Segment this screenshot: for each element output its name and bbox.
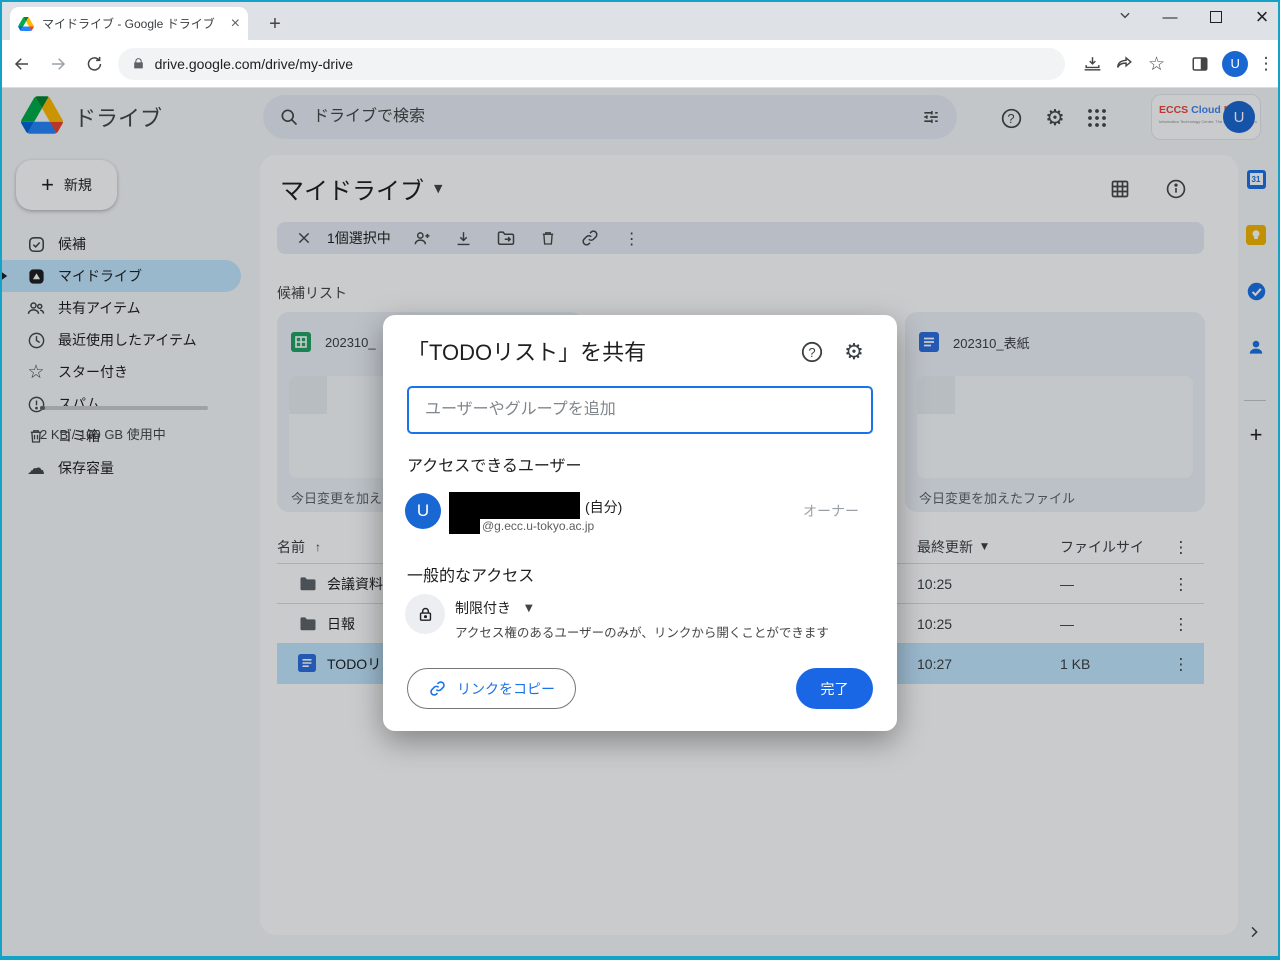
link-icon — [428, 679, 447, 698]
browser-tab[interactable]: マイドライブ - Google ドライブ × — [10, 7, 248, 40]
owner-email-domain: @g.ecc.u-tokyo.ac.jp — [482, 519, 595, 533]
people-with-access-heading: アクセスできるユーザー — [407, 458, 582, 475]
lock-icon — [132, 57, 145, 70]
tab-title: マイドライブ - Google ドライブ — [42, 17, 215, 31]
add-people-input[interactable] — [407, 386, 873, 434]
drive-favicon — [18, 16, 34, 31]
browser-tab-bar: マイドライブ - Google ドライブ × + — × — [0, 0, 1280, 40]
forward-icon[interactable] — [44, 50, 72, 78]
dialog-settings-gear-icon[interactable]: ⚙ — [841, 339, 867, 365]
new-tab-button[interactable]: + — [262, 11, 288, 37]
bookmark-star-icon[interactable]: ☆ — [1143, 50, 1171, 78]
back-icon[interactable] — [8, 50, 36, 78]
window-maximize-button[interactable] — [1206, 7, 1226, 27]
owner-self-label: (自分) — [585, 499, 623, 515]
drive-app: ドライブ ? ⚙ ECCS Cloud Mail Information Tec… — [0, 88, 1280, 956]
dropdown-caret-icon: ▼ — [525, 602, 533, 614]
access-level-dropdown[interactable]: 制限付き ▼ — [455, 598, 533, 618]
copy-link-button[interactable]: リンクをコピー — [407, 668, 576, 709]
browser-avatar[interactable]: U — [1222, 50, 1249, 77]
done-button[interactable]: 完了 — [796, 668, 873, 709]
tab-close-icon[interactable]: × — [231, 15, 240, 32]
url-text: drive.google.com/drive/my-drive — [154, 55, 353, 72]
owner-role-label: オーナー — [803, 503, 859, 519]
share-dialog-title: 「TODOリスト」を共有 — [407, 340, 647, 365]
side-panel-icon[interactable] — [1186, 50, 1214, 78]
reload-icon[interactable] — [80, 50, 108, 78]
owner-avatar: U — [405, 493, 441, 529]
tab-search-icon[interactable] — [1118, 8, 1132, 22]
window-minimize-button[interactable]: — — [1160, 7, 1180, 27]
restricted-lock-icon — [405, 594, 445, 634]
omnibox[interactable]: drive.google.com/drive/my-drive — [117, 47, 1065, 80]
share-dialog: 「TODOリスト」を共有 ? ⚙ アクセスできるユーザー U (自分) @g.e… — [383, 315, 897, 731]
access-description: アクセス権のあるユーザーのみが、リンクから開くことができます — [455, 626, 829, 640]
window-close-button[interactable]: × — [1252, 4, 1272, 29]
general-access-heading: 一般的なアクセス — [407, 568, 535, 585]
share-icon[interactable] — [1111, 50, 1139, 78]
redacted-email-localpart — [449, 518, 480, 534]
dialog-help-icon[interactable]: ? — [799, 339, 825, 365]
copy-link-label: リンクをコピー — [457, 680, 555, 697]
save-page-icon[interactable] — [1079, 50, 1107, 78]
browser-menu-kebab-icon[interactable]: ⋮ — [1252, 50, 1280, 78]
browser-address-bar: drive.google.com/drive/my-drive ☆ U ⋮ — [0, 40, 1280, 88]
redacted-owner-name — [449, 492, 580, 519]
